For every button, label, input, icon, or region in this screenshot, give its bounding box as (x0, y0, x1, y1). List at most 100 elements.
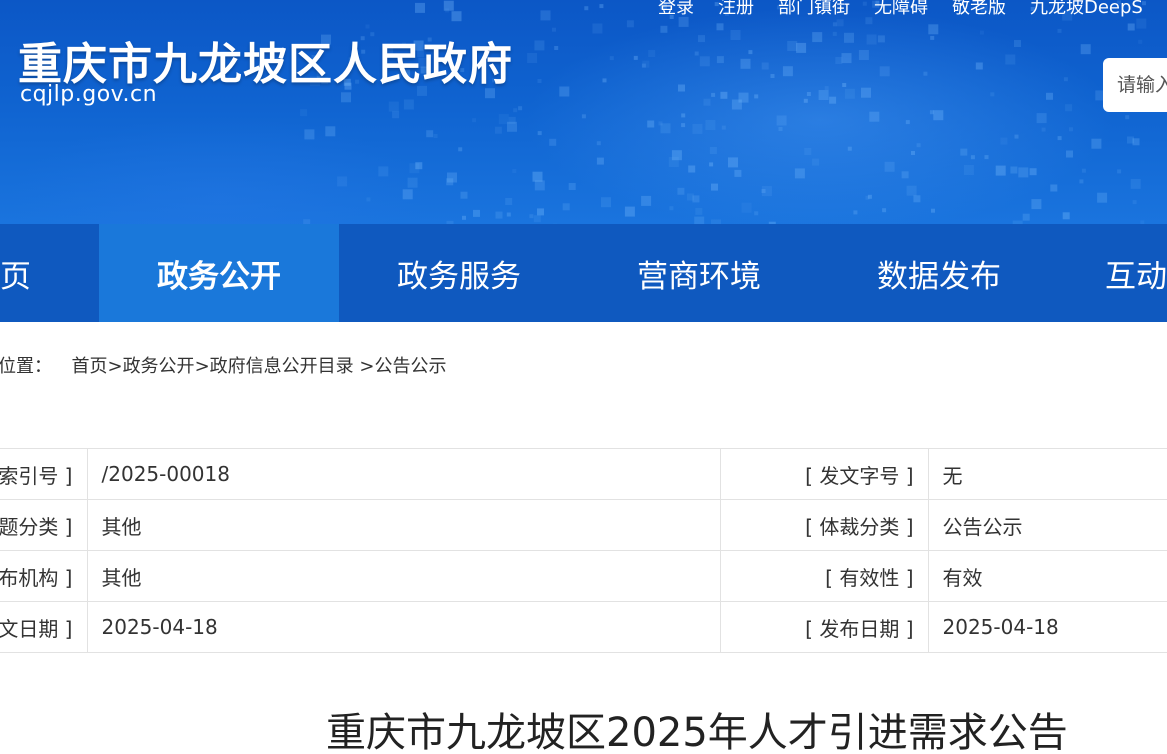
issuing-agency-label: 布机构 ] (0, 550, 88, 602)
banner-pixel (931, 208, 935, 213)
banner-pixel (711, 92, 716, 97)
breadcrumb-separator: > (194, 356, 210, 377)
nav-item-interaction[interactable]: 互动 (1059, 224, 1167, 322)
banner-pixel (451, 11, 462, 22)
banner-pixel (692, 123, 703, 134)
banner-pixel (923, 71, 928, 76)
banner-pixel (472, 118, 477, 123)
banner-pixel (1010, 166, 1018, 174)
banner-pixel (392, 111, 400, 119)
banner-pixel (1062, 212, 1070, 220)
banner-pixel (1127, 23, 1135, 31)
banner-pixel (1063, 77, 1068, 82)
banner-pixel (709, 147, 717, 154)
banner-pixel (836, 19, 844, 27)
banner-pixel (686, 193, 694, 201)
breadcrumb-info-directory[interactable]: 政府信息公开目录 (210, 356, 354, 377)
departments-link[interactable]: 部门镇街 (778, 0, 850, 19)
banner-pixel (1029, 168, 1037, 176)
banner-pixel (681, 113, 686, 118)
banner-pixel (609, 56, 614, 61)
banner-pixel (730, 30, 741, 40)
breadcrumb-home[interactable]: 首页 (71, 356, 107, 377)
banner-pixel (812, 32, 823, 43)
banner-pixel (473, 209, 480, 217)
banner-pixel (1097, 192, 1108, 203)
banner-pixel (554, 46, 559, 50)
banner-pixel (841, 53, 852, 64)
banner-pixel (647, 120, 655, 128)
banner-pixel (803, 98, 808, 103)
banner-pixel (709, 162, 714, 167)
document-date-label: 文日期 ] (0, 601, 88, 653)
login-link[interactable]: 登录 (658, 0, 694, 19)
banner-pixel (1014, 40, 1021, 47)
document-date-value: 2025-04-18 (87, 601, 721, 653)
table-row: 文日期 ] 2025-04-18 [ 发布日期 ] 2025-04-18 (0, 601, 1167, 653)
banner-pixel (960, 148, 968, 156)
banner-pixel (842, 83, 847, 87)
banner-pixel (694, 51, 699, 56)
banner-pixel (741, 202, 752, 213)
nav-item-home[interactable]: 页 (0, 224, 99, 322)
banner-pixel (906, 185, 917, 196)
banner-pixel (624, 206, 635, 217)
breadcrumb-government-affairs[interactable]: 政务公开 (123, 356, 195, 377)
banner-pixel (658, 121, 663, 126)
elderly-mode-link[interactable]: 敬老版 (952, 0, 1006, 19)
banner-pixel (728, 157, 738, 168)
banner-pixel (506, 212, 511, 217)
banner-pixel (596, 141, 601, 146)
nav-item-data-release[interactable]: 数据发布 (819, 224, 1059, 322)
banner-pixel (748, 50, 753, 55)
banner-pixel (984, 155, 989, 160)
banner-pixel (882, 208, 887, 213)
banner-pixel (1065, 104, 1073, 112)
deepseek-link[interactable]: 九龙坡DeepS (1030, 0, 1143, 19)
document-number-value: 无 (928, 448, 1167, 500)
banner-pixel (433, 134, 438, 138)
search-input[interactable] (1103, 58, 1167, 112)
banner-pixel (1057, 136, 1062, 141)
banner-pixel (513, 108, 518, 113)
banner-pixel (979, 30, 984, 35)
banner-pixel (460, 191, 468, 199)
banner-pixel (754, 94, 759, 99)
banner-pixel (642, 60, 650, 68)
banner-pixel (559, 86, 570, 97)
nav-item-government-affairs[interactable]: 政务公开 (99, 224, 339, 322)
banner-pixel (1125, 115, 1130, 120)
accessibility-link[interactable]: 无障碍 (874, 0, 928, 19)
banner-pixel (913, 195, 921, 203)
nav-item-government-services[interactable]: 政务服务 (339, 224, 579, 322)
banner-pixel (592, 23, 603, 34)
banner-pixel (688, 165, 696, 173)
nav-item-business-environment[interactable]: 营商环境 (579, 224, 819, 322)
banner-pixel (866, 34, 877, 45)
banner-pixel (304, 129, 315, 140)
banner-pixel (426, 130, 434, 138)
top-links: 登录 注册 部门镇街 无障碍 敬老版 九龙坡DeepS (658, 0, 1167, 19)
banner-pixel (796, 42, 807, 53)
banner-pixel (812, 158, 820, 166)
banner-pixel (844, 88, 855, 99)
banner-pixel (711, 183, 718, 191)
banner-pixel (853, 210, 858, 215)
banner-pixel (1022, 213, 1030, 221)
register-link[interactable]: 注册 (718, 0, 754, 19)
banner-pixel (778, 127, 783, 131)
banner-pixel (660, 25, 668, 33)
banner-pixel (641, 195, 652, 206)
banner-pixel (537, 208, 544, 216)
banner-pixel (1080, 44, 1091, 55)
banner-pixel (626, 20, 634, 28)
banner-pixel (928, 24, 939, 35)
banner-pixel (884, 161, 895, 172)
issuing-agency-value: 其他 (87, 550, 721, 602)
banner-pixel (602, 78, 607, 83)
breadcrumb-prefix: 位置： (0, 356, 52, 377)
banner-pixel (770, 74, 775, 78)
banner-pixel (378, 166, 389, 177)
banner-pixel (930, 35, 935, 40)
breadcrumb-notices[interactable]: 公告公示 (374, 356, 446, 377)
